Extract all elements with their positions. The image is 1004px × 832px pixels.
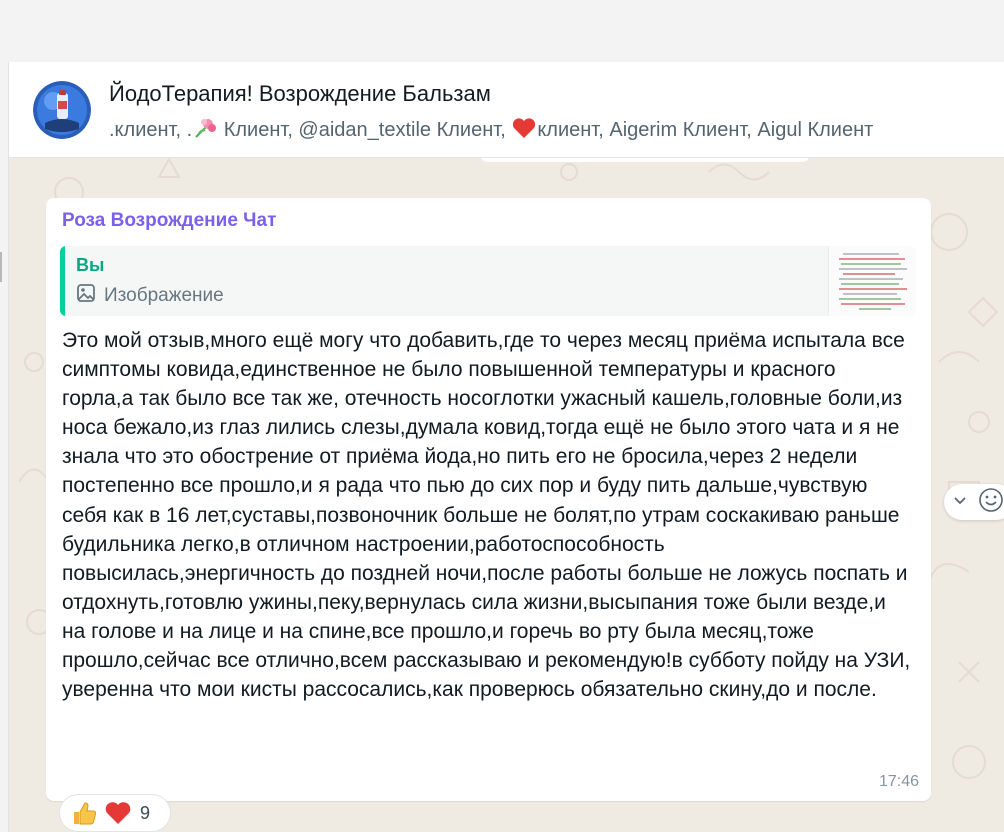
quote-type: Изображение: [76, 283, 224, 309]
chat-members-list: .клиент, . Клиент, @aidan_textile Клиент…: [109, 117, 1004, 145]
message-text[interactable]: Это мой отзыв,много ещё могу что добавит…: [62, 326, 912, 704]
reaction-count: 9: [140, 802, 151, 823]
heart-emoji-icon: [511, 117, 537, 145]
quote-author: Вы: [76, 255, 105, 275]
image-icon: [76, 283, 96, 309]
quote-accent-bar: [60, 246, 65, 316]
quoted-message[interactable]: Вы Изображение: [60, 246, 916, 316]
message-hover-actions: [944, 484, 1004, 520]
chat-header[interactable]: ЙодоТерапия! Возрождение Бальзам .клиент…: [8, 62, 1004, 158]
quote-image-thumbnail[interactable]: [828, 246, 916, 316]
message-timestamp: 17:46: [878, 773, 919, 790]
group-avatar-icon[interactable]: [33, 81, 91, 139]
chevron-down-icon[interactable]: [952, 492, 968, 513]
thumbs-up-icon: [68, 798, 100, 828]
message-sender[interactable]: Роза Возрождение Чат: [62, 210, 276, 232]
members-text-2: Клиент, @aidan_textile Клиент,: [218, 119, 512, 141]
chat-title: ЙодоТерапия! Возрождение Бальзам: [109, 81, 491, 106]
message-bubble[interactable]: Роза Возрождение Чат Вы Изображение Это …: [46, 198, 931, 801]
heart-icon: [102, 798, 134, 828]
left-panel-edge: [0, 62, 8, 832]
window-top-bar: [0, 0, 1004, 62]
quote-type-label: Изображение: [104, 285, 224, 306]
emoji-reaction-icon[interactable]: [978, 487, 1004, 518]
panel-resize-handle[interactable]: [0, 252, 2, 282]
reactions-pill[interactable]: 9: [59, 794, 171, 832]
members-text-1: .клиент, .: [109, 119, 193, 141]
members-text-3: клиент, Aigerim Клиент, Aigul Клиент: [537, 119, 874, 141]
flower-emoji-icon: [192, 117, 218, 145]
